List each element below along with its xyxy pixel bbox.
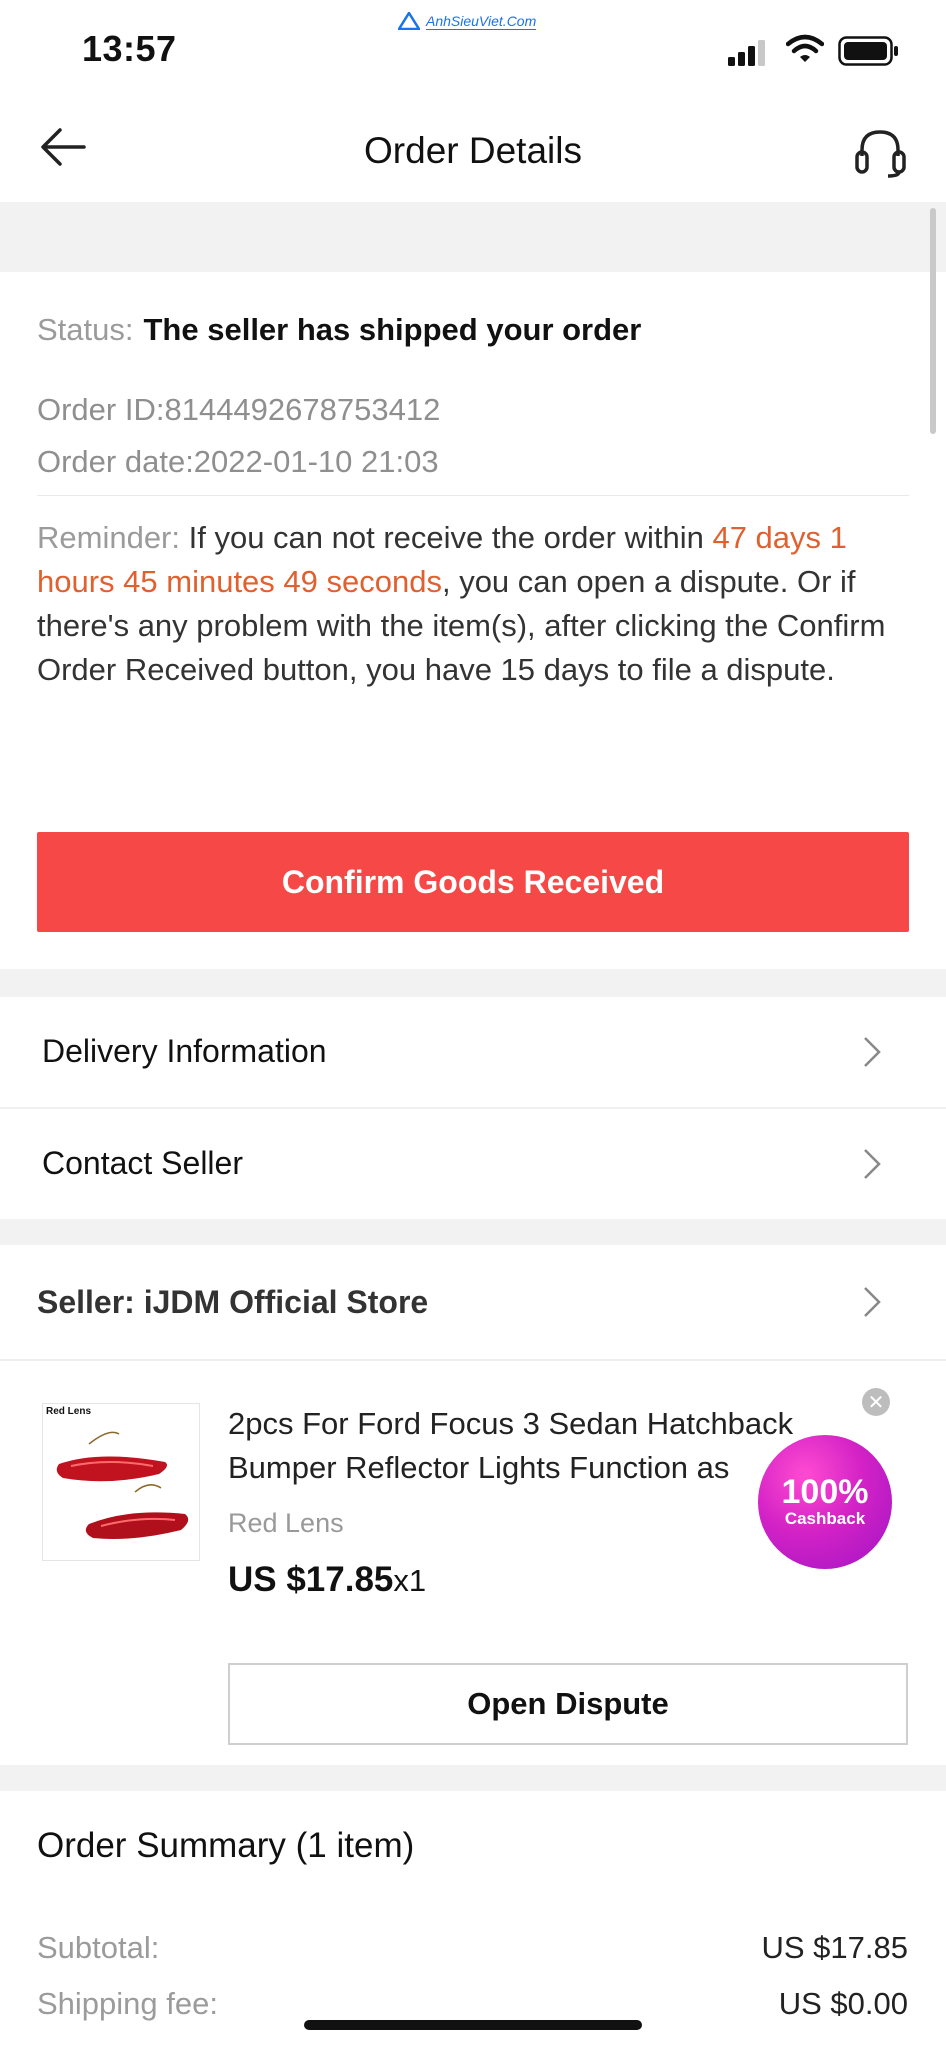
reflector-lights-image [56, 1431, 189, 1539]
order-summary-title: Order Summary (1 item) [37, 1826, 415, 1865]
contact-seller-row[interactable]: Contact Seller [0, 1109, 946, 1219]
order-status: Status: The seller has shipped your order [37, 312, 641, 348]
watermark-logo-icon [398, 12, 420, 30]
section-separator [0, 1765, 946, 1791]
wifi-icon [786, 34, 824, 62]
cashback-badge[interactable]: 100% Cashback [758, 1435, 892, 1569]
status-label: Status: [37, 312, 134, 347]
confirm-goods-received-button[interactable]: Confirm Goods Received [37, 832, 909, 932]
header-separator [0, 202, 946, 272]
price-value: US $17.85 [228, 1560, 394, 1599]
delivery-information-label: Delivery Information [42, 1033, 327, 1069]
thumbnail-caption: Red Lens [46, 1406, 92, 1417]
row-divider [0, 1359, 946, 1361]
watermark: AnhSieuViet.Com [398, 12, 537, 30]
headset-icon[interactable] [852, 128, 912, 178]
shipping-fee-value: US $0.00 [778, 1986, 908, 2021]
watermark-text: AnhSieuViet.Com [426, 12, 537, 30]
cashback-label: Cashback [784, 1509, 866, 1528]
home-indicator[interactable] [304, 2020, 642, 2030]
delivery-information-row[interactable]: Delivery Information [0, 997, 946, 1107]
product-title[interactable]: 2pcs For Ford Focus 3 Sedan Hatchback Bu… [228, 1402, 828, 1490]
status-value: The seller has shipped your order [143, 312, 642, 347]
page-title: Order Details [364, 130, 582, 171]
product-quantity: x1 [393, 1563, 427, 1598]
cellular-signal-icon [728, 40, 765, 66]
cashback-percent: 100% [781, 1473, 869, 1511]
contact-seller-label: Contact Seller [42, 1145, 243, 1181]
seller-name: Seller: iJDM Official Store [37, 1284, 429, 1320]
scrollbar-thumb[interactable] [930, 208, 936, 434]
battery-icon [838, 36, 898, 66]
seller-row[interactable]: Seller: iJDM Official Store [0, 1245, 946, 1359]
product-thumbnail[interactable]: Red Lens [42, 1403, 200, 1561]
subtotal-label: Subtotal: [37, 1930, 160, 1965]
order-date: Order date:2022-01-10 21:03 [37, 444, 439, 479]
shipping-fee-label: Shipping fee: [37, 1986, 218, 2021]
status-time: 13:57 [82, 28, 177, 69]
chevron-right-icon [864, 1037, 881, 1067]
section-separator [0, 969, 946, 997]
product-price: US $17.85x1 [228, 1560, 426, 1600]
section-separator [0, 1219, 946, 1245]
product-variant: Red Lens [228, 1508, 344, 1538]
reminder-text: Reminder: If you can not receive the ord… [37, 516, 917, 692]
close-icon[interactable]: ✕ [862, 1388, 890, 1416]
reminder-label: Reminder: [37, 520, 180, 555]
divider [37, 495, 909, 496]
chevron-right-icon [864, 1287, 881, 1317]
reminder-part1: If you can not receive the order within [180, 520, 713, 555]
chevron-right-icon [864, 1149, 881, 1179]
subtotal-value: US $17.85 [761, 1930, 909, 1965]
open-dispute-button[interactable]: Open Dispute [228, 1663, 908, 1745]
order-id: Order ID:8144492678753412 [37, 392, 441, 427]
